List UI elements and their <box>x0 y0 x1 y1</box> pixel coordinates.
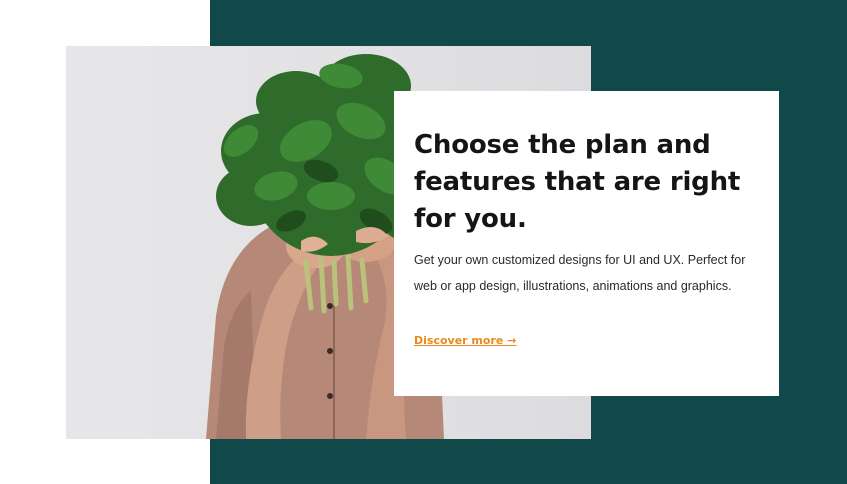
plan-info-card: Choose the plan and features that are ri… <box>394 91 779 396</box>
discover-more-link[interactable]: Discover more → <box>414 334 516 347</box>
hero-description: Get your own customized designs for UI a… <box>414 253 746 293</box>
hero-title: Choose the plan and features that are ri… <box>414 130 741 234</box>
